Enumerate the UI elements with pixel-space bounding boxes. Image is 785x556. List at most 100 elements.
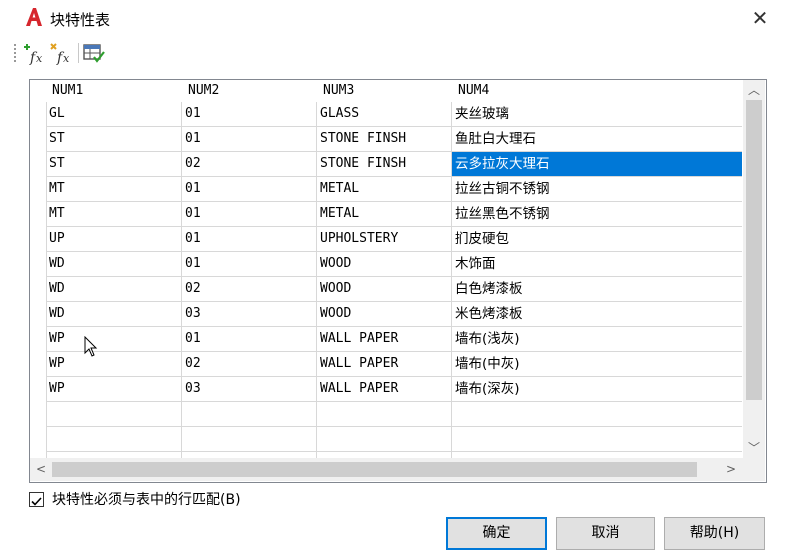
- table-row[interactable]: MT 01 METAL 拉丝黑色不锈钢: [46, 202, 742, 227]
- column-header-num2[interactable]: NUM2: [182, 80, 317, 102]
- table-row[interactable]: ST 02 STONE FINSH 云多拉灰大理石: [46, 152, 742, 177]
- table-row[interactable]: WP 01 WALL PAPER 墙布(浅灰): [46, 327, 742, 352]
- table-cell-num2[interactable]: 01: [182, 327, 316, 351]
- table-cell-num1[interactable]: [46, 427, 181, 451]
- ok-button[interactable]: 确定: [446, 517, 547, 550]
- add-function-icon[interactable]: f x: [22, 41, 46, 65]
- horizontal-scrollbar[interactable]: < >: [30, 458, 743, 481]
- table-cell-num4[interactable]: 墙布(深灰): [452, 377, 742, 401]
- table-cell-num3[interactable]: METAL: [317, 177, 451, 201]
- table-cell-num4[interactable]: 拉丝古铜不锈钢: [452, 177, 742, 201]
- table-cell-num1[interactable]: WP: [46, 377, 181, 401]
- table-cell-num2[interactable]: 01: [182, 177, 316, 201]
- table-cell-num3[interactable]: WALL PAPER: [317, 327, 451, 351]
- toolbar-separator: [78, 43, 79, 63]
- table-row[interactable]: WP 03 WALL PAPER 墙布(深灰): [46, 377, 742, 402]
- table-cell-num2[interactable]: 01: [182, 102, 316, 126]
- scroll-right-arrow[interactable]: >: [720, 459, 742, 479]
- horizontal-scroll-thumb[interactable]: [52, 462, 697, 477]
- table-row[interactable]: [46, 402, 742, 427]
- table-cell-num1[interactable]: MT: [46, 202, 181, 226]
- match-rows-checkbox[interactable]: [29, 492, 44, 507]
- table-cell-num3[interactable]: WOOD: [317, 252, 451, 276]
- table-cell-num4[interactable]: [452, 427, 742, 451]
- scroll-left-arrow[interactable]: <: [30, 459, 52, 479]
- table-cell-num3[interactable]: WOOD: [317, 302, 451, 326]
- table-cell-num3[interactable]: GLASS: [317, 102, 451, 126]
- vertical-scrollbar[interactable]: ︿ ﹀: [743, 80, 765, 458]
- table-cell-num1[interactable]: UP: [46, 227, 181, 251]
- table-cell-num4[interactable]: 拉丝黑色不锈钢: [452, 202, 742, 226]
- table-cell-num2[interactable]: 02: [182, 277, 316, 301]
- table-cell-num3[interactable]: WALL PAPER: [317, 377, 451, 401]
- property-table: NUM1 NUM2 NUM3 NUM4 GL 01 GLASS 夹丝玻璃 ST 01 STO…: [29, 79, 767, 483]
- table-header: NUM1 NUM2 NUM3 NUM4: [30, 80, 742, 102]
- table-cell-num2[interactable]: 02: [182, 352, 316, 376]
- column-header-num3[interactable]: NUM3: [317, 80, 452, 102]
- scroll-down-arrow[interactable]: ﹀: [743, 438, 765, 458]
- table-row[interactable]: WD 01 WOOD 木饰面: [46, 252, 742, 277]
- table-row[interactable]: GL 01 GLASS 夹丝玻璃: [46, 102, 742, 127]
- table-cell-num3[interactable]: METAL: [317, 202, 451, 226]
- table-cell-num4[interactable]: 扪皮硬包: [452, 227, 742, 251]
- table-cell-num1[interactable]: GL: [46, 102, 181, 126]
- cancel-button[interactable]: 取消: [556, 517, 655, 550]
- table-cell-num2[interactable]: [182, 427, 316, 451]
- scroll-up-arrow[interactable]: ︿: [743, 80, 765, 100]
- table-cell-num3[interactable]: WOOD: [317, 277, 451, 301]
- table-cell-num1[interactable]: WD: [46, 302, 181, 326]
- table-cell-num2[interactable]: 01: [182, 127, 316, 151]
- table-cell-num1[interactable]: MT: [46, 177, 181, 201]
- title-bar: 块特性表 ✕: [0, 0, 785, 36]
- table-cell-num2[interactable]: 02: [182, 152, 316, 176]
- toolbar-grip[interactable]: [14, 44, 16, 62]
- table-cell-num1[interactable]: WD: [46, 252, 181, 276]
- table-row[interactable]: ST 01 STONE FINSH 鱼肚白大理石: [46, 127, 742, 152]
- edit-function-icon[interactable]: f x: [49, 41, 73, 65]
- column-header-num4[interactable]: NUM4: [452, 80, 742, 102]
- table-check-icon[interactable]: [82, 41, 106, 65]
- table-cell-num3[interactable]: STONE FINSH: [317, 152, 451, 176]
- table-row[interactable]: WD 03 WOOD 米色烤漆板: [46, 302, 742, 327]
- column-header-num1[interactable]: NUM1: [46, 80, 182, 102]
- table-cell-num1[interactable]: WP: [46, 352, 181, 376]
- table-cell-num4[interactable]: 墙布(中灰): [452, 352, 742, 376]
- table-cell-num4[interactable]: 白色烤漆板: [452, 277, 742, 301]
- help-button[interactable]: 帮助(H): [664, 517, 765, 550]
- table-cell-num3[interactable]: [317, 427, 451, 451]
- table-cell-num1[interactable]: ST: [46, 152, 181, 176]
- table-row[interactable]: WD 02 WOOD 白色烤漆板: [46, 277, 742, 302]
- table-cell-num4[interactable]: 夹丝玻璃: [452, 102, 742, 126]
- table-cell-num2[interactable]: [182, 402, 316, 426]
- table-cell-num2[interactable]: 01: [182, 252, 316, 276]
- table-row[interactable]: [46, 427, 742, 452]
- table-row[interactable]: UP 01 UPHOLSTERY 扪皮硬包: [46, 227, 742, 252]
- table-cell-num2[interactable]: 03: [182, 302, 316, 326]
- window-title: 块特性表: [50, 11, 111, 29]
- table-cell-num3[interactable]: [317, 402, 451, 426]
- toolbar: f x f x: [14, 40, 214, 66]
- table-cell-num2[interactable]: 01: [182, 202, 316, 226]
- table-cell-num3[interactable]: WALL PAPER: [317, 352, 451, 376]
- table-cell-num4[interactable]: 木饰面: [452, 252, 742, 276]
- table-cell-num2[interactable]: 01: [182, 227, 316, 251]
- match-rows-label: 块特性必须与表中的行匹配(B): [52, 492, 241, 508]
- table-cell-num4[interactable]: 米色烤漆板: [452, 302, 742, 326]
- table-cell-num1[interactable]: [46, 402, 181, 426]
- checkmark-icon: [31, 497, 42, 506]
- close-button[interactable]: ✕: [748, 6, 772, 30]
- table-cell-num4[interactable]: [452, 402, 742, 426]
- table-cell-num1[interactable]: ST: [46, 127, 181, 151]
- table-cell-num4[interactable]: 墙布(浅灰): [452, 327, 742, 351]
- table-cell-num3[interactable]: STONE FINSH: [317, 127, 451, 151]
- table-cell-num4[interactable]: 云多拉灰大理石: [452, 152, 742, 176]
- scrollbar-corner: [743, 458, 765, 481]
- vertical-scroll-thumb[interactable]: [746, 100, 762, 400]
- table-cell-num3[interactable]: UPHOLSTERY: [317, 227, 451, 251]
- table-cell-num2[interactable]: 03: [182, 377, 316, 401]
- table-cell-num1[interactable]: WP: [46, 327, 181, 351]
- table-row[interactable]: MT 01 METAL 拉丝古铜不锈钢: [46, 177, 742, 202]
- table-cell-num4[interactable]: 鱼肚白大理石: [452, 127, 742, 151]
- table-row[interactable]: WP 02 WALL PAPER 墙布(中灰): [46, 352, 742, 377]
- table-cell-num1[interactable]: WD: [46, 277, 181, 301]
